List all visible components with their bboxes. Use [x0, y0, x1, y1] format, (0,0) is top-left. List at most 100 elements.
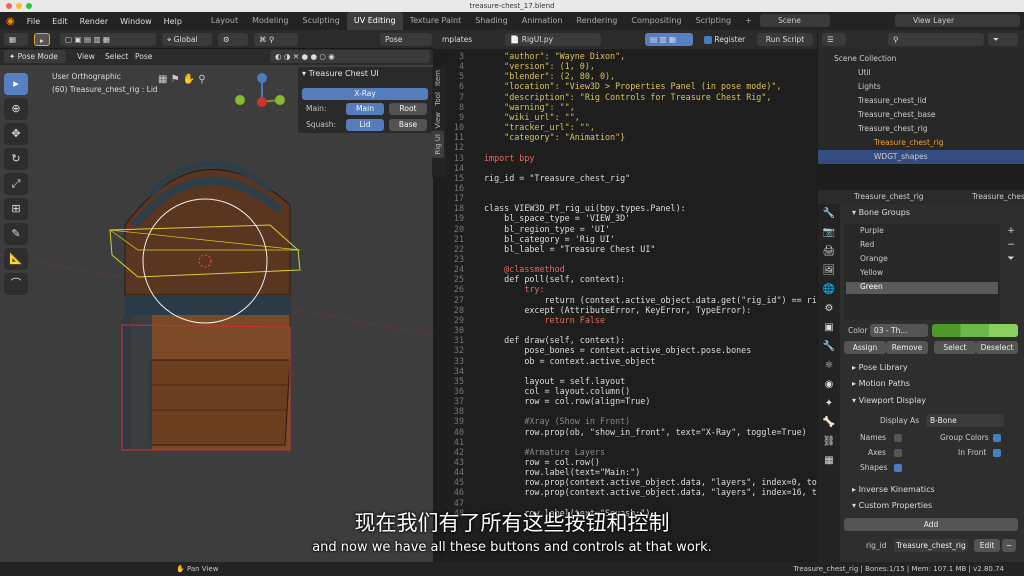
mode-dropdown[interactable]: ✦ Pose Mode — [4, 50, 66, 63]
code-line[interactable]: return (context.active_object.data.get("… — [484, 295, 818, 305]
scene-selector[interactable]: Scene — [760, 14, 830, 27]
tab-layout[interactable]: Layout — [204, 12, 245, 30]
code-line[interactable]: rig_id = "Treasure_chest_rig" — [484, 173, 630, 183]
select-box-tool-icon[interactable]: ▸ — [4, 73, 28, 95]
code-line[interactable]: try: — [484, 284, 544, 294]
code-line[interactable]: "wiki_url": "", — [484, 112, 580, 122]
code-line[interactable]: bl_category = 'Rig UI' — [484, 234, 615, 244]
rotate-tool-icon[interactable]: ↻ — [4, 148, 28, 170]
cursor-tool-icon[interactable]: ⊕ — [4, 98, 28, 120]
code-line[interactable]: #Armature Layers — [484, 447, 605, 457]
add-workspace-icon[interactable]: + — [738, 12, 759, 30]
maximize-icon[interactable] — [26, 3, 32, 9]
list-item[interactable]: Purple — [846, 226, 998, 238]
menu-pose[interactable]: Pose — [130, 50, 157, 63]
xray-toggle[interactable]: X-Ray — [302, 88, 428, 100]
list-item[interactable]: Red — [846, 240, 998, 252]
properties-tab-icons[interactable]: 🔧 📷 🖨 🖼 🌐 ⚙ ▣ 🔧 ⚛ ◉ ✦ 🦴 ⛓ ▦ — [818, 204, 840, 470]
text-editor[interactable]: 3 "author": "Wayne Dixon", 4 "version": (… — [446, 49, 817, 562]
tab-view[interactable]: View — [432, 109, 444, 132]
tab-uv-editing[interactable]: UV Editing — [346, 12, 403, 30]
tab-tool[interactable]: Tool — [432, 89, 444, 109]
menu-view[interactable]: View — [72, 50, 100, 63]
tab-animation[interactable]: Animation — [515, 12, 570, 30]
code-line[interactable]: "author": "Wayne Dixon", — [484, 51, 625, 61]
pose-options-button[interactable]: Pose Options — [380, 33, 432, 57]
tab-rendering[interactable]: Rendering — [570, 12, 625, 30]
outliner-row[interactable]: Lights — [818, 80, 1024, 94]
root-layer-button[interactable]: Root — [389, 103, 427, 115]
code-line[interactable]: row.prop(context.active_object.data, "la… — [484, 487, 817, 497]
code-line[interactable]: "description": "Rig Controls for Treasur… — [484, 92, 771, 102]
motion-paths-header[interactable]: ▸ Motion Paths — [842, 377, 1022, 391]
list-side-buttons[interactable]: + − ⏷ — [1004, 224, 1018, 284]
annotate-tool-icon[interactable]: ✎ — [4, 223, 28, 245]
window-controls[interactable] — [6, 3, 32, 9]
minimize-icon[interactable] — [16, 3, 22, 9]
assign-button[interactable]: Assign — [844, 341, 886, 354]
code-line[interactable]: bl_label = "Treasure Chest UI" — [484, 244, 655, 254]
menu-render[interactable]: Render — [74, 17, 114, 26]
code-line[interactable]: bl_space_type = 'VIEW_3D' — [484, 213, 630, 223]
code-line[interactable]: "category": "Animation"} — [484, 132, 625, 142]
bone-groups-list[interactable]: Purple Red Orange Yellow Green — [844, 224, 1000, 320]
code-line[interactable]: def draw(self, context): — [484, 335, 625, 345]
menu-file[interactable]: File — [21, 17, 46, 26]
select-mode-buttons[interactable]: ▢ ▣ ▤ ▥ ▦ — [60, 33, 156, 46]
transform-tool-icon[interactable]: ⊞ — [4, 198, 28, 220]
code-line[interactable]: row.prop(context.active_object.data, "la… — [484, 477, 817, 487]
tab-rig-ui[interactable]: Rig UI — [432, 131, 444, 158]
code-line[interactable]: ob = context.active_object — [484, 356, 655, 366]
code-line[interactable]: row = col.row() — [484, 457, 600, 467]
menu-edit[interactable]: Edit — [46, 17, 74, 26]
code-line[interactable]: "warning": "", — [484, 102, 575, 112]
snap-icon[interactable]: ⌘ ⚲ — [254, 33, 298, 46]
orientation-dropdown[interactable]: ⌖ Global — [162, 33, 212, 46]
editor-view-toggles[interactable]: ▤ ▥ ▦ — [645, 33, 693, 46]
code-line[interactable]: row.prop(ob, "show_in_front", text="X-Ra… — [484, 427, 806, 437]
list-item-selected[interactable]: Green — [846, 282, 998, 294]
code-line[interactable]: pose_bones = context.active_object.pose.… — [484, 345, 751, 355]
tab-sculpting[interactable]: Sculpting — [296, 12, 347, 30]
code-line[interactable]: row = col.row(align=True) — [484, 396, 650, 406]
view-icons[interactable]: ▦ ⚑ ✋ ⚲ — [158, 74, 206, 85]
code-line[interactable]: "tracker_url": "", — [484, 122, 595, 132]
shading-buttons[interactable]: ◐ ◑ ✕ ● ● ○ ◉ — [270, 50, 430, 63]
outliner-row[interactable]: Scene Collection — [818, 52, 1024, 66]
code-line[interactable]: def poll(self, context): — [484, 274, 625, 284]
code-line[interactable]: "location": "View3D > Properties Panel (… — [484, 81, 781, 91]
code-line[interactable]: class VIEW3D_PT_rig_ui(bpy.types.Panel): — [484, 203, 686, 213]
color-swatches[interactable] — [932, 324, 1018, 337]
list-item[interactable]: Yellow — [846, 268, 998, 280]
outliner-row[interactable]: Treasure_chest_lid — [818, 94, 1024, 108]
code-line[interactable]: "blender": (2, 80, 0), — [484, 71, 615, 81]
register-checkbox[interactable]: Register — [699, 33, 750, 46]
move-tool-icon[interactable]: ✥ — [4, 123, 28, 145]
tab-texture-paint[interactable]: Texture Paint — [403, 12, 469, 30]
outliner-row[interactable]: Util — [818, 66, 1024, 80]
tab-shading[interactable]: Shading — [468, 12, 515, 30]
filter-icon[interactable]: ⏷ — [988, 33, 1018, 46]
pose-library-header[interactable]: ▸ Pose Library — [842, 361, 1022, 375]
code-line[interactable]: bl_region_type = 'UI' — [484, 224, 610, 234]
code-line[interactable]: import bpy — [484, 153, 534, 163]
outliner-row[interactable]: Treasure_chest_rig — [818, 122, 1024, 136]
editor-type-icon[interactable]: ▦ — [4, 33, 28, 46]
scale-tool-icon[interactable]: ⤢ — [4, 173, 28, 195]
menu-help[interactable]: Help — [158, 17, 188, 26]
blender-logo-icon[interactable]: ◉ — [0, 16, 21, 27]
pivot-icon[interactable]: ⚙ — [218, 33, 248, 46]
outliner-row[interactable]: Treasure_chest_base — [818, 108, 1024, 122]
measure-tool-icon[interactable]: 📐 — [4, 248, 28, 270]
close-icon[interactable] — [6, 3, 12, 9]
tab-modeling[interactable]: Modeling — [245, 12, 295, 30]
outliner-editor-type-icon[interactable]: ☰ — [822, 33, 846, 46]
menu-window[interactable]: Window — [114, 17, 158, 26]
tab-item[interactable]: Item — [432, 67, 444, 89]
run-script-button[interactable]: Run Script — [757, 33, 813, 46]
templates-menu[interactable]: mplates — [437, 33, 477, 46]
shapes-checkbox[interactable] — [894, 464, 902, 472]
tab-scripting[interactable]: Scripting — [689, 12, 739, 30]
code-line[interactable]: layout = self.layout — [484, 376, 625, 386]
deselect-button[interactable]: Deselect — [976, 341, 1018, 354]
